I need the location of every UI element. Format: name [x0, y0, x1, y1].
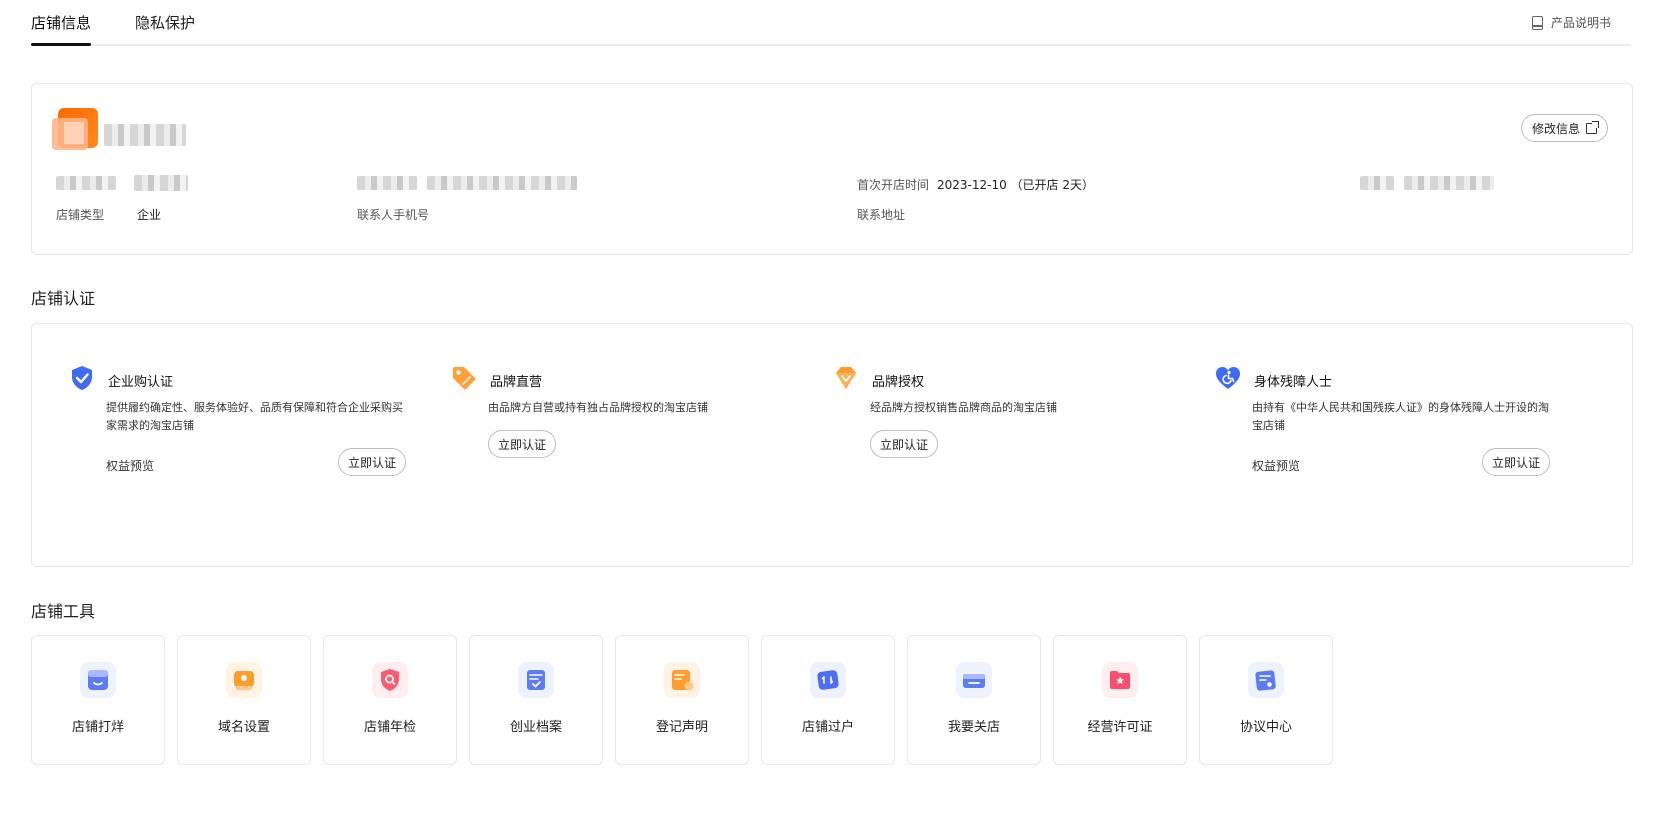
benefit-preview-link[interactable]: 权益预览 — [1252, 457, 1300, 474]
tool-annual-check[interactable]: 店铺年检 — [323, 635, 457, 765]
cert-desc: 由持有《中华人民共和国残疾人证》的身体残障人士开设的淘宝店铺 — [1252, 401, 1549, 432]
declaration-icon — [664, 662, 700, 698]
tools-grid: 店铺打烊 域名设置 店铺年检 创业档案 登记声明 店铺过户 我要关店 经营许可证… — [31, 635, 1333, 765]
license-icon — [1102, 662, 1138, 698]
store-type-label: 店铺类型 — [56, 208, 105, 222]
book-icon — [1531, 15, 1543, 30]
store-close-icon — [80, 662, 116, 698]
store-info-card: 修改信息 首次开店时间 2023-12-10 （已开店 2天） 店铺类型 企业 … — [31, 83, 1633, 255]
domain-icon — [226, 662, 262, 698]
cert-desc: 经品牌方授权销售品牌商品的淘宝店铺 — [870, 401, 1057, 414]
tool-store-close[interactable]: 店铺打烊 — [31, 635, 165, 765]
manual-label: 产品说明书 — [1550, 16, 1611, 30]
redacted-value — [134, 175, 188, 191]
edit-info-button[interactable]: 修改信息 — [1520, 114, 1608, 142]
tool-close-store[interactable]: 我要关店 — [907, 635, 1041, 765]
store-type-value: 企业 — [137, 208, 162, 222]
tool-transfer[interactable]: 店铺过户 — [761, 635, 895, 765]
tag-icon — [453, 367, 476, 390]
store-logo — [52, 108, 98, 150]
certification-title: 店铺认证 — [31, 289, 96, 308]
cert-title: 品牌直营 — [490, 375, 543, 390]
contact-address-label: 联系地址 — [857, 208, 906, 222]
diamond-icon — [836, 367, 856, 389]
first-open-value: 2023-12-10 （已开店 2天） — [937, 178, 1095, 192]
cert-title: 企业购认证 — [108, 375, 174, 390]
tool-license[interactable]: 经营许可证 — [1053, 635, 1187, 765]
shield-search-icon — [372, 662, 408, 698]
store-name-redacted — [104, 124, 186, 146]
tool-agreement-center[interactable]: 协议中心 — [1199, 635, 1333, 765]
tab-privacy[interactable]: 隐私保护 — [135, 12, 195, 33]
tool-declaration[interactable]: 登记声明 — [615, 635, 749, 765]
cert-title: 身体残障人士 — [1254, 375, 1333, 390]
shield-check-icon — [72, 366, 92, 390]
redacted-label — [56, 176, 116, 190]
certification-card: 企业购认证 提供履约确定性、服务体验好、品质有保障和符合企业采购买家需求的淘宝店… — [31, 323, 1633, 567]
archive-icon — [518, 662, 554, 698]
tools-title: 店铺工具 — [31, 602, 96, 621]
certify-button[interactable]: 立即认证 — [870, 430, 939, 458]
redacted-value — [427, 176, 577, 190]
close-store-icon — [956, 662, 992, 698]
tool-startup-archive[interactable]: 创业档案 — [469, 635, 603, 765]
contact-phone-label: 联系人手机号 — [357, 208, 430, 222]
external-link-icon — [1586, 120, 1599, 134]
redacted-value — [1404, 176, 1494, 190]
redacted-label — [357, 176, 417, 190]
transfer-icon — [810, 662, 846, 698]
tab-store-info[interactable]: 店铺信息 — [31, 12, 92, 46]
agreement-icon — [1248, 662, 1284, 698]
cert-desc: 由品牌方自营或持有独占品牌授权的淘宝店铺 — [488, 401, 708, 414]
benefit-preview-link[interactable]: 权益预览 — [106, 457, 154, 474]
cert-desc: 提供履约确定性、服务体验好、品质有保障和符合企业采购买家需求的淘宝店铺 — [106, 401, 403, 432]
certify-button[interactable]: 立即认证 — [488, 430, 557, 458]
tool-domain[interactable]: 域名设置 — [177, 635, 311, 765]
cert-title: 品牌授权 — [872, 375, 925, 390]
top-tabs: 店铺信息 隐私保护 产品说明书 — [31, 0, 1631, 46]
redacted-label — [1360, 176, 1394, 190]
certify-button[interactable]: 立即认证 — [1482, 448, 1551, 476]
certify-button[interactable]: 立即认证 — [338, 448, 407, 476]
product-manual-link[interactable]: 产品说明书 — [1531, 14, 1611, 31]
first-open-label: 首次开店时间 — [857, 178, 930, 192]
heart-accessibility-icon — [1216, 367, 1240, 389]
